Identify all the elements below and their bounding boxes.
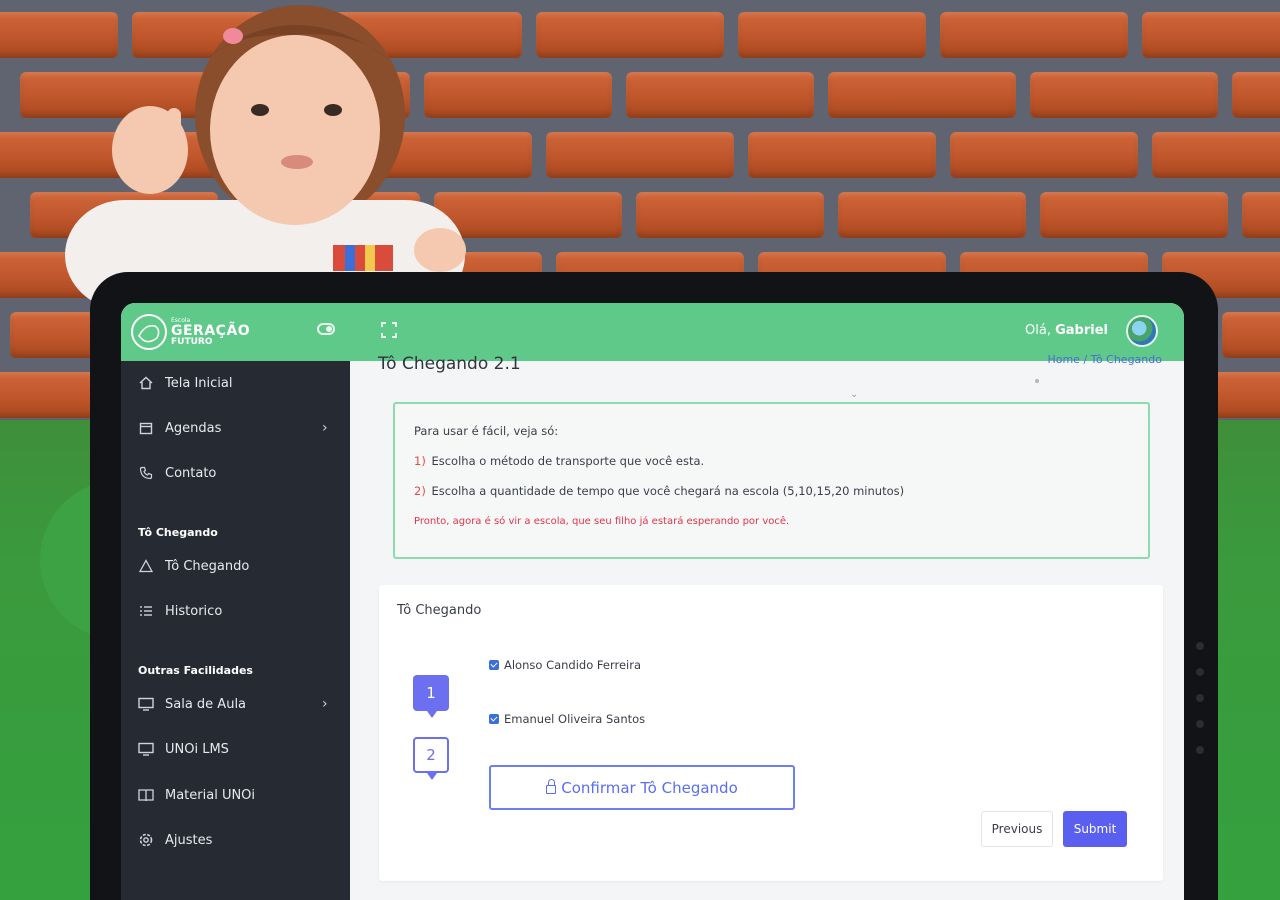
avatar[interactable] — [1126, 315, 1158, 347]
sidebar: Tela Inicial Agendas › Contato Tô Chegan… — [121, 361, 350, 900]
submit-button[interactable]: Submit — [1063, 811, 1127, 847]
sidebar-item-label: Material UNOi — [165, 787, 256, 803]
sidebar-item-material-unoi[interactable]: Material UNOi — [121, 775, 350, 815]
sidebar-item-agendas[interactable]: Agendas › — [121, 408, 350, 448]
tablet-buttons — [1196, 642, 1206, 772]
user-name: Gabriel — [1055, 323, 1108, 338]
student-name: Alonso Candido Ferreira — [504, 658, 642, 672]
chevron-right-icon: › — [322, 696, 328, 712]
student-checkbox-row[interactable]: Alonso Candido Ferreira — [489, 658, 641, 672]
alert-triangle-icon — [137, 557, 155, 575]
sidebar-item-label: Tô Chegando — [165, 558, 250, 574]
sidebar-item-historico[interactable]: Historico — [121, 591, 350, 631]
wizard-step-2[interactable]: 2 — [413, 737, 449, 780]
calendar-icon — [137, 419, 155, 437]
wizard-card: Tô Chegando 1 2 Alonso Candido Ferreira … — [379, 585, 1163, 881]
sidebar-item-sala-de-aula[interactable]: Sala de Aula › — [121, 684, 350, 724]
previous-button[interactable]: Previous — [981, 811, 1053, 847]
sidebar-item-to-chegando[interactable]: Tô Chegando — [121, 546, 350, 586]
instruction-step-2: 2) Escolha a quantidade de tempo que voc… — [414, 484, 904, 498]
sidebar-item-label: UNOi LMS — [165, 741, 229, 757]
gear-icon — [137, 831, 155, 849]
main-content: Tô Chegando 2.1 Home / Tô Chegando ⌄ Par… — [350, 353, 1184, 900]
sidebar-item-unoi-lms[interactable]: UNOi LMS — [121, 729, 350, 769]
list-icon — [137, 602, 155, 620]
sidebar-item-label: Historico — [165, 603, 223, 619]
instruction-step-2-text: Escolha a quantidade de tempo que você c… — [431, 484, 905, 498]
wizard-title: Tô Chegando — [397, 603, 482, 618]
sidebar-section-to-chegando: Tô Chegando — [138, 526, 218, 539]
home-icon — [137, 374, 155, 392]
instructions-note: Pronto, agora é só vir a escola, que seu… — [414, 516, 790, 527]
breadcrumb[interactable]: Home / Tô Chegando — [1047, 353, 1162, 366]
school-logo[interactable]: Escola GERAÇÃO FUTURO — [131, 312, 250, 352]
decorative-dot — [1035, 379, 1039, 383]
logo-title: GERAÇÃO — [171, 322, 251, 339]
confirm-to-chegando-button[interactable]: Confirmar Tô Chegando — [489, 765, 795, 810]
instructions-intro: Para usar é fácil, veja só: — [414, 424, 559, 438]
confirm-button-label: Confirmar Tô Chegando — [561, 778, 738, 797]
checkbox-checked[interactable] — [489, 660, 499, 670]
student-name: Emanuel Oliveira Santos — [504, 712, 646, 726]
sidebar-item-ajustes[interactable]: Ajustes — [121, 820, 350, 860]
instruction-step-2-number: 2) — [414, 484, 426, 498]
instruction-step-1-text: Escolha o método de transporte que você … — [431, 454, 705, 468]
baby-photo — [65, 5, 466, 300]
sidebar-item-tela-inicial[interactable]: Tela Inicial — [121, 363, 350, 403]
sidebar-item-label: Agendas — [165, 420, 222, 436]
instructions-box: Para usar é fácil, veja só: 1) Escolha o… — [393, 402, 1150, 559]
user-greeting: Olá, Gabriel — [1025, 323, 1108, 338]
globe-icon — [131, 314, 167, 350]
sidebar-toggle-icon[interactable] — [317, 323, 335, 335]
logo-subtitle: FUTURO — [171, 336, 213, 347]
sidebar-item-label: Ajustes — [165, 832, 213, 848]
sidebar-item-contato[interactable]: Contato — [121, 453, 350, 493]
instruction-step-1-number: 1) — [414, 454, 426, 468]
chevron-right-icon: › — [322, 420, 328, 436]
page-title: Tô Chegando 2.1 — [378, 354, 521, 374]
lock-icon — [546, 779, 557, 794]
phone-icon — [137, 464, 155, 482]
chevron-down-icon: ⌄ — [850, 389, 859, 400]
greeting-prefix: Olá, — [1025, 323, 1051, 338]
sidebar-item-label: Tela Inicial — [165, 375, 233, 391]
top-bar: Escola GERAÇÃO FUTURO Olá, Gabriel — [121, 303, 1184, 361]
book-icon — [137, 786, 155, 804]
checkbox-checked[interactable] — [489, 714, 499, 724]
monitor-icon — [137, 695, 155, 713]
fullscreen-icon[interactable] — [381, 322, 397, 338]
app-screen: Escola GERAÇÃO FUTURO Olá, Gabriel Tela … — [121, 303, 1184, 900]
student-checkbox-row[interactable]: Emanuel Oliveira Santos — [489, 712, 645, 726]
instruction-step-1: 1) Escolha o método de transporte que vo… — [414, 454, 704, 468]
sidebar-item-label: Sala de Aula — [165, 696, 247, 712]
monitor-icon — [137, 740, 155, 758]
sidebar-item-label: Contato — [165, 465, 217, 481]
wizard-step-1[interactable]: 1 — [413, 675, 449, 718]
sidebar-section-outras-facilidades: Outras Facilidades — [138, 664, 253, 677]
